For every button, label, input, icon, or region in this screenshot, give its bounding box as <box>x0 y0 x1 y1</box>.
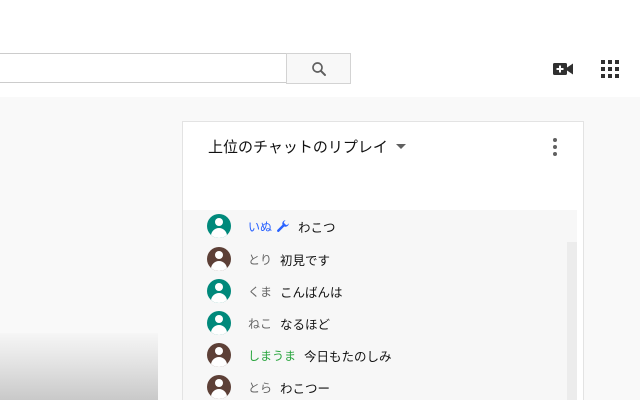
chat-message-list: いぬ わこつ とり 初見です くま こんばんは ねこ なるほど しまうま 今日も… <box>183 210 577 400</box>
video-plus-icon <box>553 63 573 75</box>
chat-replay-panel: 上位のチャットのリプレイ いぬ わこつ とり 初見です くま こんばんは ねこ … <box>182 121 584 400</box>
avatar-body <box>211 389 227 399</box>
video-player-edge <box>0 333 158 400</box>
wrench-icon <box>276 219 290 233</box>
chat-scrollbar[interactable] <box>567 242 577 400</box>
avatar-body <box>211 325 227 335</box>
avatar[interactable] <box>207 247 231 271</box>
menu-dot <box>553 152 557 156</box>
chat-message[interactable]: とら わこつー <box>207 375 330 399</box>
avatar-head <box>215 218 223 226</box>
masthead <box>0 0 640 97</box>
avatar-body <box>211 228 227 238</box>
search-button[interactable] <box>286 53 351 84</box>
page: 上位のチャットのリプレイ いぬ わこつ とり 初見です くま こんばんは ねこ … <box>0 0 640 400</box>
message-text: 初見です <box>280 252 331 268</box>
avatar-head <box>215 379 223 387</box>
avatar[interactable] <box>207 279 231 303</box>
avatar-body <box>211 293 227 303</box>
author-name[interactable]: しまうま <box>248 347 296 364</box>
menu-dot <box>553 138 557 142</box>
author-name[interactable]: ねこ <box>248 315 272 332</box>
chat-title: 上位のチャットのリプレイ <box>208 138 388 156</box>
avatar-body <box>211 261 227 271</box>
avatar-body <box>211 357 227 367</box>
avatar[interactable] <box>207 343 231 367</box>
chat-message[interactable]: ねこ なるほど <box>207 311 330 335</box>
avatar[interactable] <box>207 311 231 335</box>
message-text: わこつ <box>298 219 336 235</box>
avatar[interactable] <box>207 214 231 238</box>
create-video-button[interactable] <box>551 58 575 80</box>
author-name[interactable]: とり <box>248 251 272 268</box>
caret-down-icon <box>395 144 406 149</box>
author-name[interactable]: いぬ <box>248 218 272 235</box>
avatar-head <box>215 283 223 291</box>
chat-header: 上位のチャットのリプレイ <box>183 122 583 210</box>
author-name[interactable]: くま <box>248 283 272 300</box>
search-icon <box>311 61 326 76</box>
avatar[interactable] <box>207 375 231 399</box>
message-text: こんばんは <box>280 284 343 300</box>
avatar-head <box>215 251 223 259</box>
chat-mode-dropdown[interactable]: 上位のチャットのリプレイ <box>208 136 406 157</box>
chat-message[interactable]: しまうま 今日もたのしみ <box>207 343 392 367</box>
avatar-head <box>215 347 223 355</box>
avatar-head <box>215 315 223 323</box>
search-input[interactable] <box>0 53 286 83</box>
chat-message[interactable]: とり 初見です <box>207 247 330 271</box>
chat-message[interactable]: いぬ わこつ <box>207 214 336 238</box>
message-text: なるほど <box>280 316 331 332</box>
apps-grid-icon <box>601 60 619 78</box>
chat-message[interactable]: くま こんばんは <box>207 279 343 303</box>
apps-button[interactable] <box>598 57 622 81</box>
more-vert-icon[interactable] <box>549 136 561 158</box>
author-name[interactable]: とら <box>248 379 272 396</box>
menu-dot <box>553 145 557 149</box>
message-text: わこつー <box>280 380 331 396</box>
message-text: 今日もたのしみ <box>304 348 392 364</box>
